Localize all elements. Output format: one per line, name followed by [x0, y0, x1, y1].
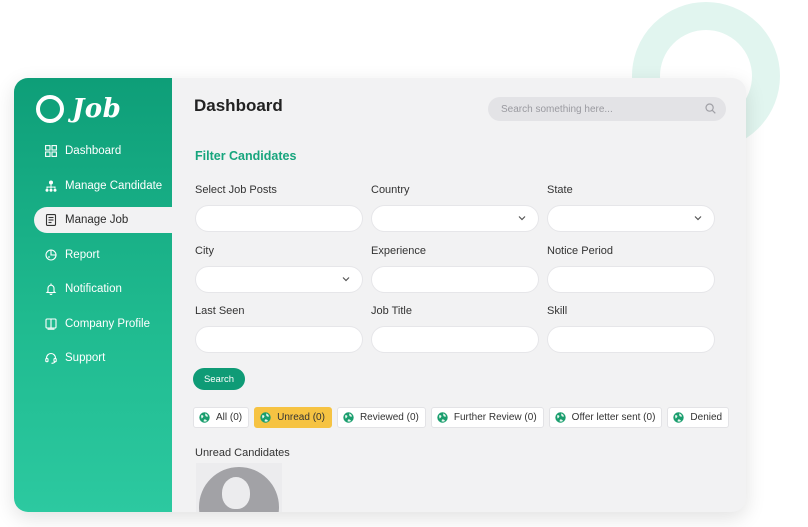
tab-label: Unread (0): [277, 412, 325, 423]
logo-text: Job: [72, 94, 122, 124]
sidebar-item-company-profile[interactable]: Company Profile: [14, 311, 172, 337]
grid-icon: [44, 145, 57, 158]
field-experience: Experience: [371, 245, 539, 293]
experience-input[interactable]: [371, 266, 539, 293]
sidebar-item-report[interactable]: Report: [14, 242, 172, 268]
tab-reviewed[interactable]: Reviewed (0): [336, 407, 426, 428]
app-window: Job Dashboard Manage Candidate Manage Jo…: [14, 78, 746, 512]
unread-candidates-title: Unread Candidates: [195, 447, 290, 459]
app-logo[interactable]: Job: [36, 92, 121, 126]
field-label: Skill: [547, 305, 568, 317]
globe-icon: [199, 412, 210, 423]
globe-icon: [260, 412, 271, 423]
field-label: Last Seen: [195, 305, 245, 317]
state-select[interactable]: [547, 205, 715, 232]
sidebar-item-label: Manage Candidate: [65, 179, 163, 192]
field-label: Job Title: [371, 305, 412, 317]
globe-icon: [554, 412, 566, 423]
tab-label: Denied: [690, 412, 723, 423]
field-skill: Skill: [547, 305, 715, 353]
field-label: City: [195, 245, 214, 257]
sidebar-item-label: Manage Job: [65, 214, 129, 226]
tab-unread[interactable]: Unread (0): [254, 407, 332, 428]
book-icon: [44, 317, 57, 330]
skill-input[interactable]: [547, 326, 715, 353]
sidebar-item-label: Dashboard: [65, 145, 122, 157]
notice-period-input[interactable]: [547, 266, 715, 293]
sidebar: Job Dashboard Manage Candidate Manage Jo…: [14, 78, 172, 512]
last-seen-input[interactable]: [195, 326, 363, 353]
field-label: Country: [371, 184, 410, 196]
field-last-seen: Last Seen: [195, 305, 363, 353]
org-chart-icon: [44, 179, 57, 192]
report-icon: [44, 248, 57, 261]
tab-offer-letter-sent[interactable]: Offer letter sent (0): [548, 407, 663, 428]
sidebar-item-manage-job[interactable]: Manage Job: [34, 207, 172, 233]
sidebar-item-label: Support: [65, 352, 106, 364]
globe-icon: [343, 412, 354, 423]
sidebar-item-manage-candidate[interactable]: Manage Candidate: [14, 173, 172, 199]
field-label: Notice Period: [547, 245, 614, 257]
sidebar-item-dashboard[interactable]: Dashboard: [14, 138, 172, 164]
field-city: City: [195, 245, 363, 293]
status-tabs: All (0) Unread (0) Reviewed (0) Further …: [193, 407, 734, 428]
chevron-down-icon: [694, 213, 702, 223]
search-placeholder: Search something here...: [501, 103, 613, 115]
country-select[interactable]: [371, 205, 539, 232]
tab-denied[interactable]: Denied: [667, 407, 730, 428]
sidebar-item-label: Report: [65, 248, 100, 261]
tab-label: Reviewed (0): [359, 412, 419, 423]
tab-all[interactable]: All (0): [193, 407, 250, 428]
avatar-head-cutout: [222, 477, 250, 509]
document-icon: [44, 214, 57, 227]
city-select[interactable]: [195, 266, 363, 293]
sidebar-item-notification[interactable]: Notification: [14, 276, 172, 302]
field-notice-period: Notice Period: [547, 245, 715, 293]
page-title: Dashboard: [194, 96, 283, 115]
sidebar-item-label: Notification: [65, 283, 122, 295]
field-country: Country: [371, 184, 539, 232]
job-posts-input[interactable]: [195, 205, 363, 232]
field-job-title: Job Title: [371, 305, 539, 353]
field-state: State: [547, 184, 715, 232]
sidebar-item-support[interactable]: Support: [14, 345, 172, 371]
tab-label: All (0): [216, 412, 243, 423]
tab-label: Offer letter sent (0): [571, 412, 656, 423]
search-input[interactable]: Search something here...: [488, 97, 726, 121]
globe-icon: [437, 412, 448, 423]
bell-icon: [44, 283, 57, 296]
sidebar-nav: Dashboard Manage Candidate Manage Job Re…: [14, 138, 172, 380]
candidate-avatar[interactable]: [196, 463, 282, 512]
tab-further-review[interactable]: Further Review (0): [430, 407, 544, 428]
field-label: Experience: [371, 245, 427, 257]
search-button[interactable]: Search: [193, 368, 245, 390]
field-label: Select Job Posts: [195, 184, 277, 196]
search-icon[interactable]: [705, 103, 716, 117]
field-select-job-posts: Select Job Posts: [195, 184, 363, 232]
chevron-down-icon: [342, 274, 350, 284]
headset-icon: [44, 352, 57, 365]
job-title-input[interactable]: [371, 326, 539, 353]
chevron-down-icon: [518, 213, 526, 223]
tab-label: Further Review (0): [453, 412, 537, 423]
sidebar-item-label: Company Profile: [65, 317, 151, 330]
field-label: State: [547, 184, 573, 196]
filter-title: Filter Candidates: [195, 149, 297, 163]
logo-ring-icon: [36, 95, 64, 123]
globe-icon: [673, 412, 685, 423]
main-content: Dashboard Search something here... Filte…: [172, 78, 746, 512]
